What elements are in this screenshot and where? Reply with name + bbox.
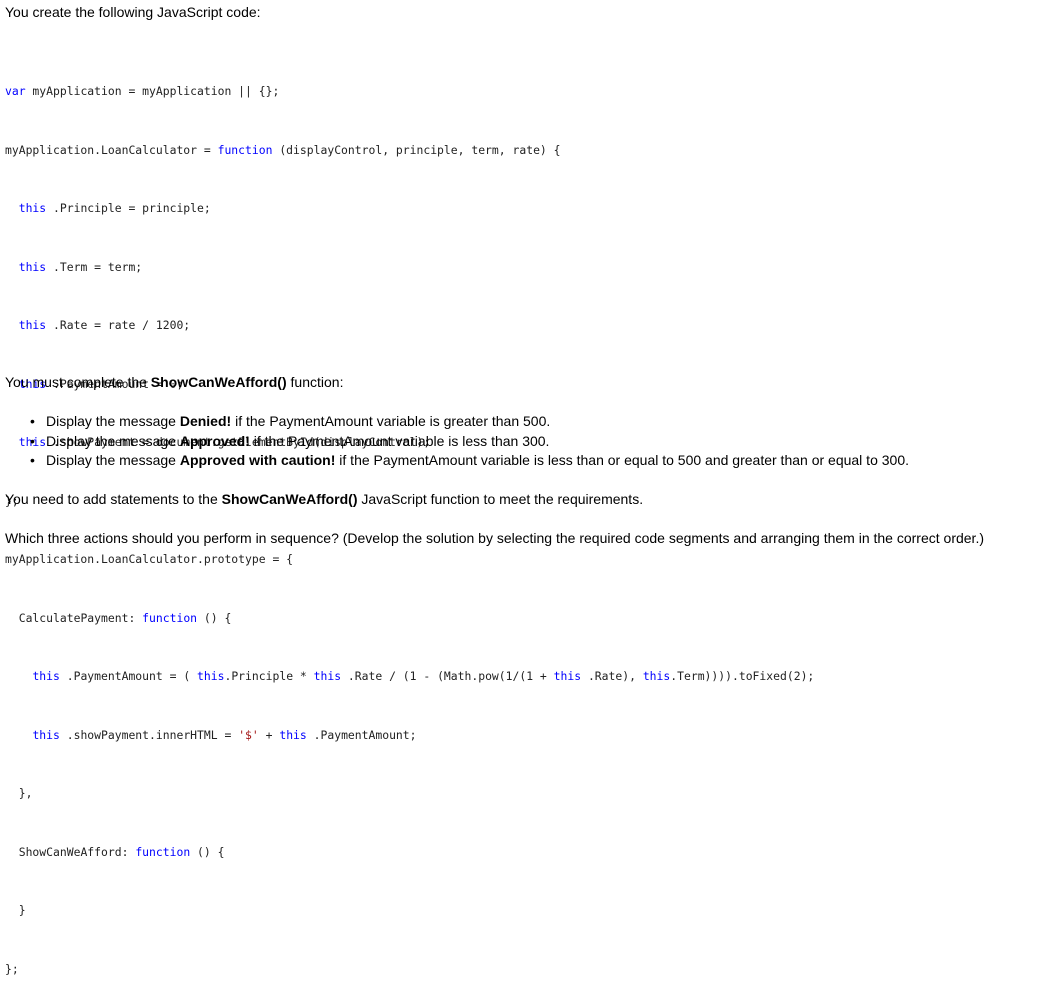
- code-line: this .Principle = principle;: [5, 199, 814, 219]
- code-text: .Principle *: [224, 669, 314, 683]
- message-text: Approved with caution!: [179, 452, 336, 468]
- function-name: ShowCanWeAfford(): [150, 374, 287, 390]
- code-keyword: function: [217, 142, 273, 157]
- code-keyword: this: [18, 259, 47, 274]
- code-text: (displayControl, principle, term, rate) …: [272, 142, 561, 157]
- code-text: myApplication.LoanCalculator.prototype =…: [5, 552, 294, 566]
- requirement-intro: You must complete the ShowCanWeAfford() …: [5, 373, 343, 391]
- code-text: .PaymentAmount;: [306, 727, 417, 742]
- bullet-icon: •: [30, 432, 35, 449]
- function-name: ShowCanWeAfford(): [221, 491, 358, 507]
- code-text: .Rate = rate / 1200;: [46, 318, 191, 332]
- code-text: .Rate / (1 - (Math.pow(1/(1 +: [341, 669, 554, 683]
- text-segment: You must complete the: [5, 374, 151, 390]
- code-text: .Term)))).toFixed(2);: [670, 669, 815, 683]
- intro-text: You create the following JavaScript code…: [5, 4, 261, 20]
- code-text: .Term = term;: [46, 259, 143, 274]
- requirement-list: • Display the message Denied! if the Paym…: [30, 412, 909, 471]
- code-keyword: this: [553, 669, 582, 683]
- code-line: this .PaymentAmount = ( this.Principle *…: [5, 667, 814, 687]
- code-keyword: this: [642, 669, 671, 683]
- code-text: myApplication.LoanCalculator =: [5, 142, 218, 157]
- message-text: Approved!: [179, 432, 250, 449]
- code-line: ShowCanWeAfford: function () {: [5, 843, 814, 863]
- code-line: };: [5, 960, 814, 980]
- code-text: .showPayment.innerHTML =: [59, 727, 239, 742]
- code-text: CalculatePayment:: [18, 610, 143, 625]
- bullet-icon: •: [30, 413, 35, 429]
- bullet-icon: •: [30, 452, 35, 468]
- code-line: this .Term = term;: [5, 258, 814, 278]
- code-line: this .showPayment.innerHTML = '$' + this…: [5, 726, 814, 746]
- code-text: };: [5, 961, 19, 976]
- code-keyword: this: [32, 669, 60, 683]
- text-segment: if the PaymentAmount variable is greater…: [231, 413, 551, 429]
- code-string: '$': [238, 727, 259, 742]
- code-line: this .Rate = rate / 1200;: [5, 316, 814, 336]
- task-statement: You need to add statements to the ShowCa…: [5, 490, 643, 508]
- code-line: },: [5, 784, 814, 804]
- code-text: },: [18, 786, 33, 800]
- code-line: }: [5, 901, 814, 921]
- code-block: var myApplication = myApplication || {};…: [5, 43, 814, 999]
- list-item: • Display the message Approved with cauti…: [30, 451, 909, 471]
- code-text: myApplication = myApplication || {};: [25, 84, 280, 98]
- code-text: ShowCanWeAfford:: [18, 844, 136, 859]
- code-text: () {: [190, 844, 225, 859]
- text-segment: Display the message: [46, 432, 180, 449]
- text-segment: if the PaymentAmount variable is less th…: [249, 432, 550, 449]
- code-line: myApplication.LoanCalculator.prototype =…: [5, 550, 814, 570]
- text-segment: Display the message: [46, 452, 180, 468]
- message-text: Denied!: [179, 413, 232, 429]
- code-keyword: this: [32, 727, 60, 742]
- text-segment: JavaScript function to meet the requirem…: [357, 491, 644, 507]
- code-text: .Rate),: [581, 669, 643, 683]
- code-keyword: function: [135, 844, 191, 859]
- text-segment: Display the message: [46, 413, 180, 429]
- text-segment: You need to add statements to the: [5, 491, 222, 507]
- code-text: +: [258, 727, 280, 742]
- list-item: • Display the message Approved! if the Pa…: [30, 432, 909, 452]
- code-keyword: this: [279, 727, 307, 742]
- code-text: .PaymentAmount = (: [59, 669, 198, 683]
- code-line: CalculatePayment: function () {: [5, 609, 814, 629]
- code-text: () {: [197, 610, 232, 625]
- question-text: Which three actions should you perform i…: [5, 530, 984, 546]
- code-keyword: function: [142, 610, 198, 625]
- code-keyword: this: [197, 669, 225, 683]
- list-item: • Display the message Denied! if the Paym…: [30, 412, 909, 432]
- code-keyword: var: [5, 84, 26, 98]
- code-text: }: [18, 903, 26, 917]
- code-text: .Principle = principle;: [46, 201, 211, 215]
- text-segment: if the PaymentAmount variable is less th…: [335, 452, 909, 468]
- code-keyword: this: [313, 669, 342, 683]
- code-line: var myApplication = myApplication || {};: [5, 82, 814, 102]
- code-line: myApplication.LoanCalculator = function …: [5, 141, 814, 161]
- code-keyword: this: [18, 318, 47, 332]
- text-segment: function:: [286, 374, 344, 390]
- code-keyword: this: [18, 201, 47, 215]
